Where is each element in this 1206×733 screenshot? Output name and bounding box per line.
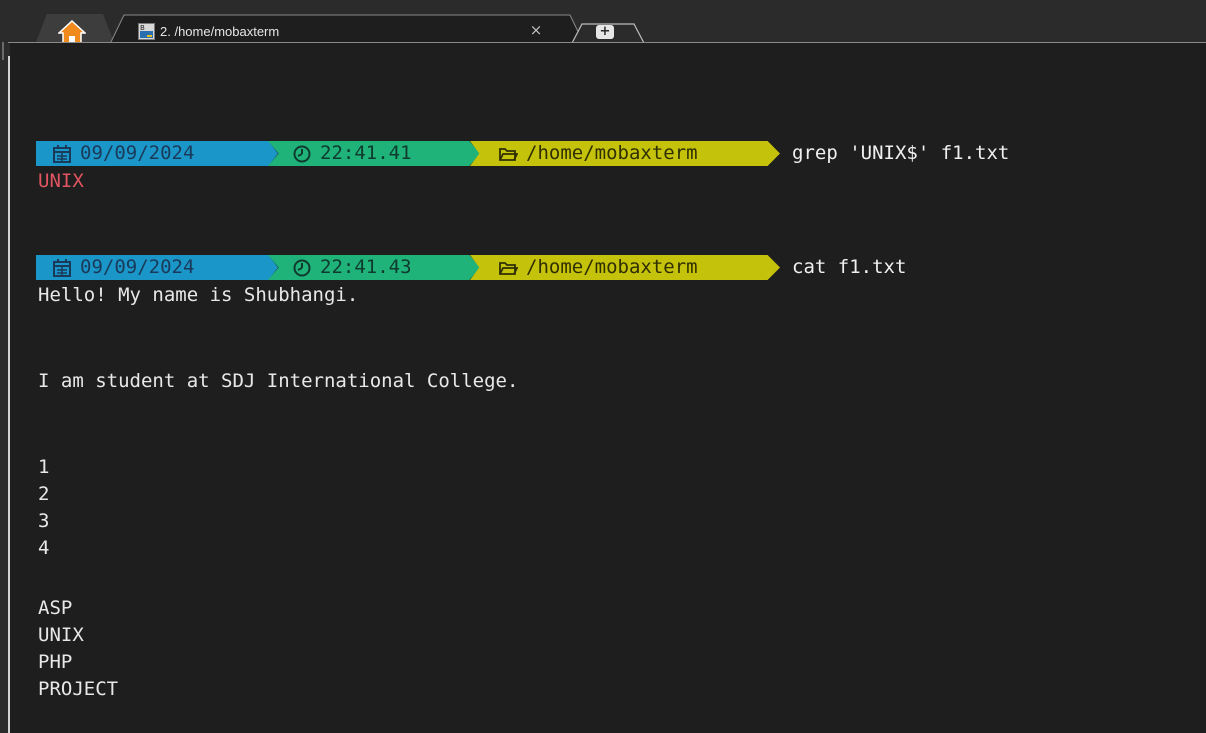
calendar-icon — [53, 258, 71, 277]
grep-output-line: UNIX — [38, 170, 84, 192]
prompt-path: /home/mobaxterm — [526, 256, 698, 278]
tab-close-icon[interactable]: × — [526, 20, 546, 40]
prompt-date-segment: 09/09/2024 — [36, 141, 278, 166]
output-line: ASP — [38, 597, 73, 619]
prompt-line: 09/09/2024 22:41.43 /home/mobaxterm cat … — [36, 255, 906, 280]
prompt-command: cat f1.txt — [792, 256, 907, 278]
prompt-date-segment: 09/09/2024 — [36, 255, 278, 280]
svg-text:B: B — [140, 24, 145, 32]
tab-title: 2. /home/mobaxterm — [160, 24, 280, 39]
output-line: 1 — [38, 456, 50, 478]
prompt-time: 22:41.43 — [320, 256, 412, 278]
output-line: 4 — [38, 537, 50, 559]
calendar-icon — [53, 144, 71, 163]
clock-icon — [293, 145, 311, 162]
output-line: 2 — [38, 483, 50, 505]
prompt-time: 22:41.41 — [320, 142, 412, 164]
prompt-date: 09/09/2024 — [80, 256, 195, 278]
prompt-time-segment: 22:41.41 — [268, 141, 480, 166]
clock-icon — [293, 259, 311, 276]
output-line: UNIX — [38, 624, 84, 646]
prompt-path: /home/mobaxterm — [526, 142, 698, 164]
output-line: 3 — [38, 510, 50, 532]
prompt-path-segment: /home/mobaxterm — [470, 141, 780, 166]
prompt-path-segment: /home/mobaxterm — [470, 255, 780, 280]
output-line: PHP — [38, 651, 73, 673]
plus-icon[interactable]: + — [596, 25, 614, 39]
output-line: Hello! My name is Shubhangi. — [38, 284, 359, 306]
prompt-line: 09/09/2024 22:41.41 /home/mobaxterm grep… — [36, 141, 1009, 166]
folder-icon — [499, 261, 518, 275]
prompt-command: grep 'UNIX$' f1.txt — [792, 142, 1010, 164]
folder-icon — [499, 147, 518, 161]
output-line: I am student at SDJ International Colleg… — [38, 370, 519, 392]
prompt-date: 09/09/2024 — [80, 142, 195, 164]
terminal-icon: B — [138, 23, 155, 40]
output-line: PROJECT — [38, 678, 119, 700]
prompt-time-segment: 22:41.43 — [268, 255, 480, 280]
